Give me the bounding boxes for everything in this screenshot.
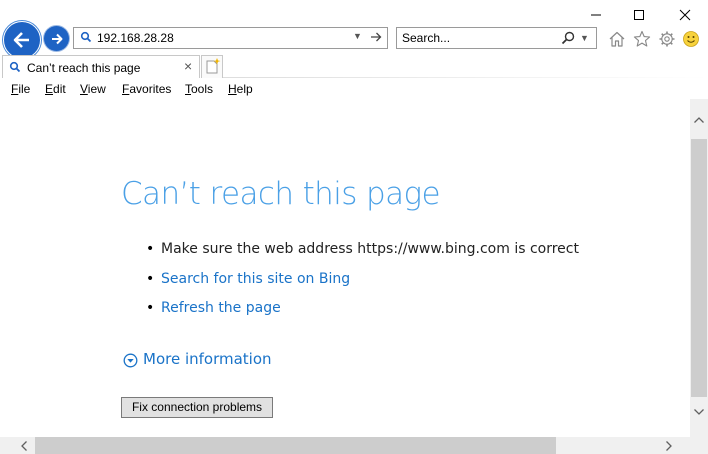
smiley-feedback-icon [683,31,699,47]
scroll-down-icon[interactable] [690,403,708,421]
new-tab-icon [206,58,221,74]
refresh-page-link[interactable]: Refresh the page [161,300,281,316]
menu-edit[interactable]: Edit [45,82,66,96]
horizontal-scrollbar[interactable] [0,437,690,454]
tab-title: Can’t reach this page [27,61,141,75]
bullet-dot: • [146,271,155,287]
chevron-down-circle-icon [123,353,138,372]
minimize-button[interactable] [573,0,619,30]
address-dropdown-arrow-icon[interactable]: ▼ [353,31,362,41]
forward-button[interactable] [44,26,69,51]
home-icon [609,31,625,47]
back-button[interactable] [3,21,41,59]
feedback-button[interactable] [680,28,702,50]
more-information-label: More information [143,350,272,368]
favorites-button[interactable] [631,28,653,50]
minimize-icon [591,14,601,16]
menu-view[interactable]: View [80,82,106,96]
fix-connection-problems-button[interactable]: Fix connection problems [121,397,273,418]
vertical-scroll-thumb[interactable] [691,139,707,397]
go-arrow-icon[interactable] [369,29,383,48]
page-content: Can’t reach this page • Make sure the we… [0,99,690,437]
menu-file[interactable]: File [11,82,30,96]
scroll-left-icon[interactable] [15,437,32,454]
bullet-dot: • [146,241,155,257]
scrollbar-corner [690,437,708,454]
page-title: Can’t reach this page [121,176,441,212]
search-icon [80,31,92,46]
search-icon[interactable] [560,30,576,49]
scroll-up-icon[interactable] [690,111,708,129]
scroll-right-icon[interactable] [660,437,677,454]
horizontal-scroll-thumb[interactable] [35,437,556,454]
favorites-star-icon [633,30,651,47]
menu-bar: File Edit View Favorites Tools Help [0,78,708,99]
back-icon [13,32,29,48]
search-dropdown-arrow-icon[interactable]: ▼ [580,33,589,43]
settings-button[interactable] [656,28,678,50]
search-bing-link[interactable]: Search for this site on Bing [161,271,350,287]
bullet-text: Make sure the web address https://www.bi… [161,241,579,257]
maximize-icon [634,10,644,20]
menu-favorites[interactable]: Favorites [122,82,171,96]
new-tab-button[interactable] [201,55,223,78]
tab-active[interactable]: Can’t reach this page × [2,55,200,78]
search-box[interactable]: ▼ [396,27,597,49]
forward-icon [51,33,62,44]
search-icon [9,61,21,76]
maximize-button[interactable] [616,0,662,30]
home-button[interactable] [606,28,628,50]
close-icon [679,9,691,21]
menu-tools[interactable]: Tools [185,82,213,96]
address-input[interactable] [97,30,337,46]
vertical-scrollbar[interactable] [690,99,708,437]
settings-gear-icon [659,31,675,47]
close-button[interactable] [662,0,708,30]
tab-close-icon[interactable]: × [184,58,192,74]
search-input[interactable] [402,30,552,46]
bullet-dot: • [146,300,155,316]
menu-help[interactable]: Help [228,82,253,96]
address-bar[interactable]: ▼ [73,27,388,49]
